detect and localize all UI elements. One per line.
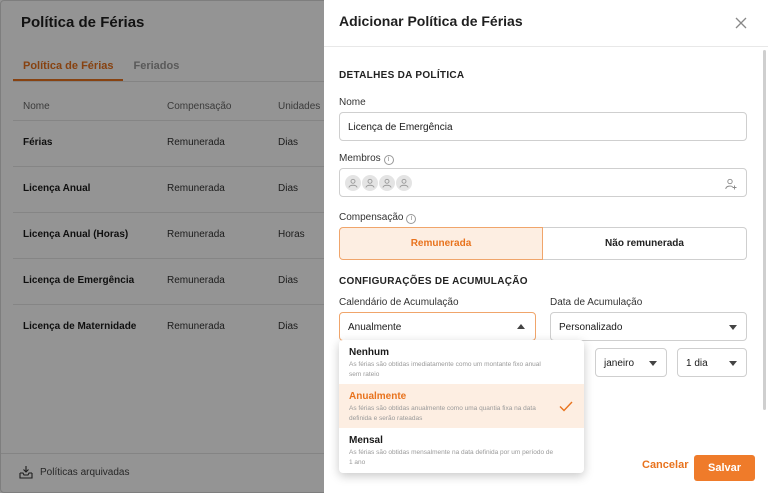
accrual-date-select[interactable]: Personalizado [550,312,747,341]
option-title: Anualmente [349,391,407,402]
accrual-calendar-select[interactable]: Anualmente [339,312,536,341]
user-avatar-icon [361,174,379,192]
check-icon [559,399,573,417]
close-icon[interactable] [734,16,750,32]
option-title: Nenhum [349,347,389,358]
option-description: As férias são obtidas mensalmente na dat… [349,449,554,466]
chevron-down-icon [729,325,737,330]
accrual-calendar-label: Calendário de Acumulação [339,297,459,308]
user-avatar-icon [395,174,413,192]
info-icon[interactable]: i [406,214,417,224]
day-select[interactable]: 1 dia [677,348,747,377]
compensation-unpaid-option[interactable]: Não remunerada [543,227,747,260]
dropdown-option-annually[interactable]: Anualmente As férias são obtidas anualme… [339,384,584,428]
members-label-wrap: Membros i [339,153,394,165]
user-avatar-icon [378,174,396,192]
section-policy-details: DETALHES DA POLÍTICA [339,70,465,81]
month-value: janeiro [604,358,635,369]
day-value: 1 dia [686,358,708,369]
section-accrual-settings: CONFIGURAÇÕES DE ACUMULAÇÃO [339,276,528,287]
name-input[interactable]: Licença de Emergência [339,112,747,141]
members-label: Membros [339,153,381,164]
dropdown-option-monthly[interactable]: Mensal As férias são obtidas mensalmente… [339,428,584,472]
compensation-label-wrap: Compensação i [339,212,417,224]
modal-overlay[interactable] [0,0,324,493]
cancel-button[interactable]: Cancelar [642,459,688,471]
user-avatar-icon [344,174,362,192]
chevron-down-icon [649,361,657,366]
option-title: Mensal [349,435,383,446]
accrual-calendar-value: Anualmente [348,322,402,333]
dropdown-option-none[interactable]: Nenhum As férias são obtidas imediatamen… [339,340,584,384]
option-description: As férias são obtidas anualmente como um… [349,405,536,422]
save-button[interactable]: Salvar [694,455,755,481]
add-user-icon[interactable] [725,177,737,195]
option-description: As férias são obtidas imediatamente como… [349,361,541,378]
info-icon[interactable]: i [383,155,394,165]
month-select[interactable]: janeiro [595,348,667,377]
chevron-up-icon [517,324,525,329]
name-input-value: Licença de Emergência [348,122,453,133]
header-divider [324,46,768,47]
drawer-scrollbar[interactable] [763,50,766,410]
members-input[interactable] [339,168,747,197]
name-label: Nome [339,97,366,108]
compensation-paid-option[interactable]: Remunerada [339,227,543,260]
compensation-label: Compensação [339,212,404,223]
accrual-date-label: Data de Acumulação [550,297,643,308]
accrual-calendar-dropdown: Nenhum As férias são obtidas imediatamen… [339,340,584,473]
drawer-title: Adicionar Política de Férias [339,13,523,29]
accrual-date-value: Personalizado [559,322,623,333]
chevron-down-icon [729,361,737,366]
